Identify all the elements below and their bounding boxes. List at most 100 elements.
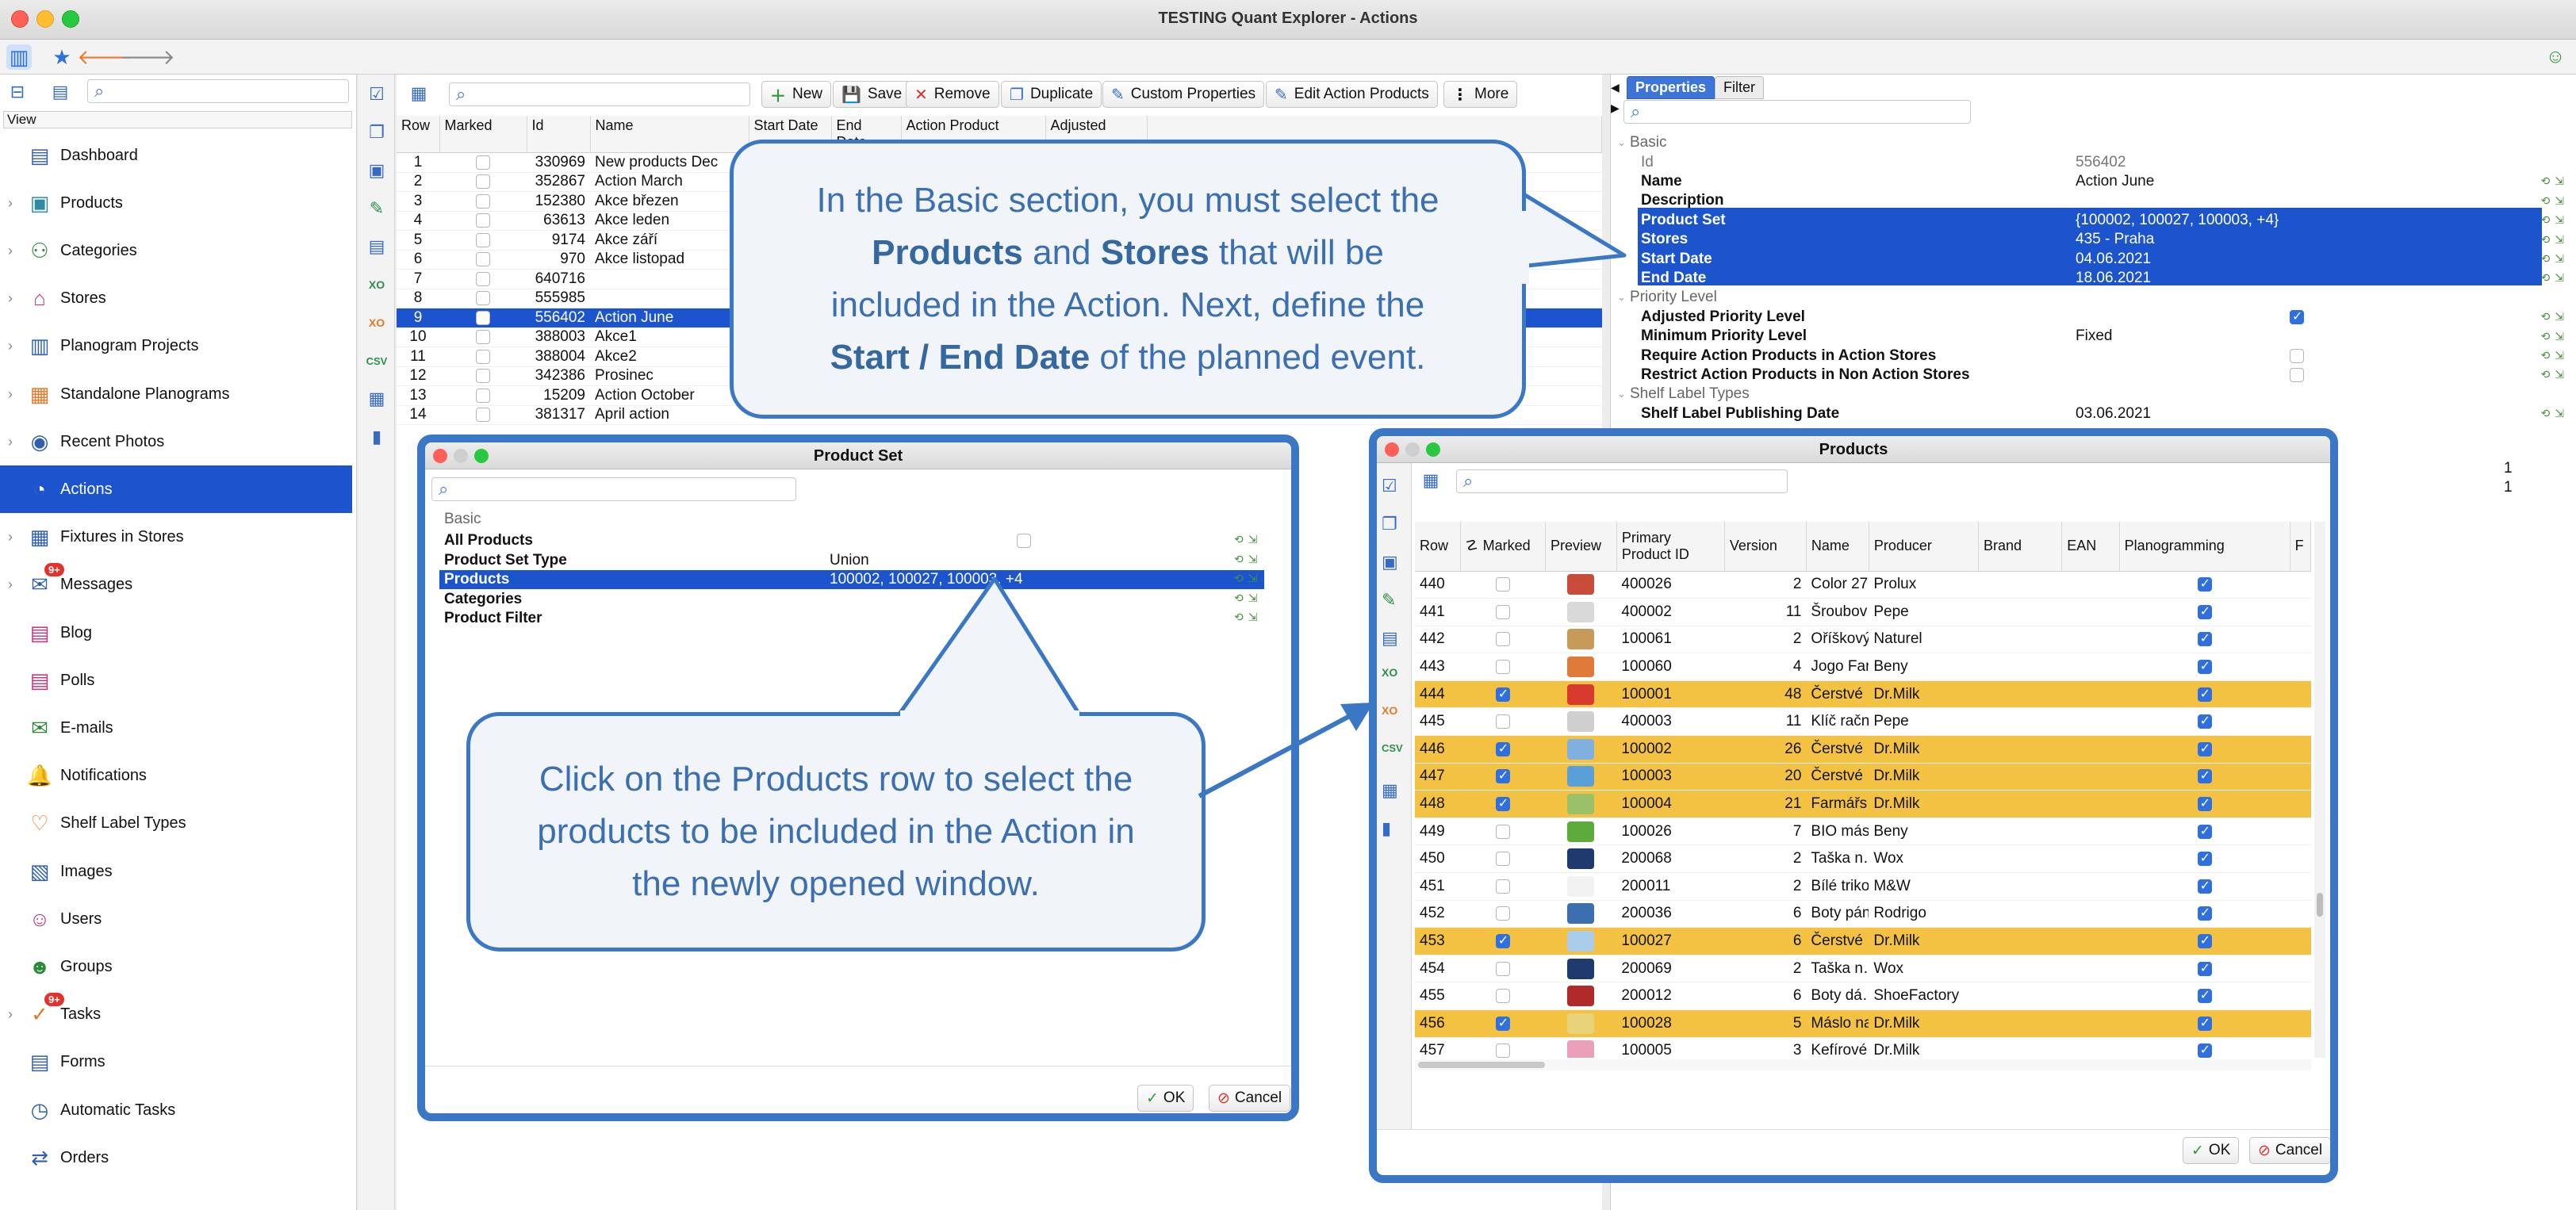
chevron-right-icon[interactable]: › xyxy=(8,195,13,212)
sidebar-item-notifications[interactable]: 🔔 Notifications xyxy=(0,752,352,800)
sidebar-item-stores[interactable]: › ⌂ Stores xyxy=(0,275,352,323)
table-row[interactable]: 440 4000262Color 276Prolux xyxy=(1415,571,2311,599)
back-arrow-icon[interactable]: 🡐 xyxy=(77,44,132,70)
export-xlsx-icon[interactable]: XO xyxy=(365,311,389,335)
marked-checkbox[interactable] xyxy=(1495,660,1510,675)
reset-value-icon[interactable]: ⟲⇲ xyxy=(1234,553,1262,566)
horizontal-scrollbar[interactable] xyxy=(1415,1059,2311,1070)
property-row[interactable]: Name Action June ⟲⇲ xyxy=(1611,172,2576,191)
export-xls-icon[interactable]: XO xyxy=(365,273,389,297)
column-header[interactable]: Name xyxy=(1806,522,1869,572)
sidebar-item-users[interactable]: ☺ Users xyxy=(0,895,352,943)
scrollbar-thumb[interactable] xyxy=(1418,1062,1545,1068)
product-set-row-categories[interactable]: Categories ⟲⇲ xyxy=(425,590,1291,610)
reset-value-icon[interactable]: ⟲⇲ xyxy=(2541,310,2569,324)
column-header[interactable]: Planogramming xyxy=(2119,522,2290,572)
column-header[interactable]: ☡ Marked xyxy=(1460,522,1546,572)
property-row[interactable]: Shelf Label Publishing Date 03.06.2021 ⟲⇲ xyxy=(1611,404,2576,423)
table-row[interactable]: 452 2000366Boty pán…Rodrigo xyxy=(1415,900,2311,929)
sidebar-item-shelf-label-types[interactable]: ♡ Shelf Label Types xyxy=(0,800,352,848)
marked-checkbox[interactable] xyxy=(476,291,490,306)
collapse-tree-icon[interactable]: ⊟ xyxy=(5,79,30,105)
property-row[interactable]: Adjusted Priority Level ⟲⇲ xyxy=(1611,308,2576,327)
chevron-right-icon[interactable]: › xyxy=(8,243,13,259)
duplicate-button[interactable]: ❐ Duplicate xyxy=(1001,81,1102,108)
property-row[interactable]: Description ⟲⇲ xyxy=(1611,191,2576,210)
sidebar-item-standalone-planograms[interactable]: › ▦ Standalone Planograms xyxy=(0,370,352,418)
marked-checkbox[interactable] xyxy=(1495,961,1510,976)
remove-button[interactable]: ✕ Remove xyxy=(906,81,999,108)
forward-arrow-icon[interactable]: 🡒 xyxy=(120,44,175,70)
planogramming-checkbox[interactable] xyxy=(2197,713,2212,729)
sidebar-toggle-icon[interactable]: ▥ xyxy=(6,44,32,70)
select-all-icon[interactable]: ☑ xyxy=(365,82,389,106)
tab-properties[interactable]: Properties xyxy=(1627,76,1715,99)
table-row[interactable]: 441 40000211Šroubov…Pepe xyxy=(1415,598,2311,626)
column-header[interactable]: Id xyxy=(527,116,591,153)
sidebar-item-images[interactable]: ▧ Images xyxy=(0,848,352,895)
sidebar-item-fixtures-in-stores[interactable]: › ▦ Fixtures in Stores xyxy=(0,514,352,561)
property-checkbox[interactable] xyxy=(2290,367,2304,382)
cancel-button[interactable]: ⊘ Cancel xyxy=(2249,1137,2330,1164)
paste-icon[interactable]: ▣ xyxy=(1382,552,1398,572)
group-collapse-icon[interactable]: ⌄ xyxy=(1617,291,1626,304)
column-header[interactable]: Row xyxy=(397,116,440,153)
property-row[interactable]: Minimum Priority Level Fixed ⟲⇲ xyxy=(1611,327,2576,346)
property-row[interactable]: ⌄ Priority Level xyxy=(1611,288,2576,307)
marked-checkbox[interactable] xyxy=(1495,1015,1510,1031)
reset-value-icon[interactable]: ⟲⇲ xyxy=(2541,368,2569,381)
marked-checkbox[interactable] xyxy=(476,271,490,286)
chevron-right-icon[interactable]: › xyxy=(8,338,13,354)
ok-button[interactable]: ✓ OK xyxy=(2183,1137,2240,1164)
product-set-row-product-set-type[interactable]: Product Set Type Union ⟲⇲ xyxy=(425,551,1291,571)
table-row[interactable]: 457 1000053Kefírové …Dr.Milk xyxy=(1415,1037,2311,1058)
property-checkbox[interactable] xyxy=(2290,348,2304,363)
planogramming-checkbox[interactable] xyxy=(2197,850,2212,867)
reset-value-icon[interactable]: ⟲⇲ xyxy=(2541,174,2569,188)
table-row[interactable]: 448 10000421Farmářs…Dr.Milk xyxy=(1415,790,2311,818)
chevron-right-icon[interactable]: › xyxy=(8,1006,13,1023)
panel-expand-icon[interactable]: ▶ xyxy=(1611,101,1620,115)
sidebar-item-blog[interactable]: ▤ Blog xyxy=(0,609,352,657)
chevron-right-icon[interactable]: › xyxy=(8,386,13,403)
sidebar-item-planogram-projects[interactable]: › ▥ Planogram Projects xyxy=(0,323,352,370)
column-header[interactable]: Version xyxy=(1724,522,1807,572)
minimize-dialog-button[interactable] xyxy=(454,449,468,463)
column-header[interactable]: EAN xyxy=(2061,522,2120,572)
export-xls-icon[interactable]: XO xyxy=(1382,666,1397,679)
column-header[interactable]: Producer xyxy=(1869,522,1980,572)
reset-value-icon[interactable]: ⟲⇲ xyxy=(2541,252,2569,266)
property-row[interactable]: Require Action Products in Action Stores… xyxy=(1611,346,2576,365)
filter-icon[interactable]: ✎ xyxy=(365,197,389,220)
table-row[interactable]: 446 10000226Čerstvé …Dr.Milk xyxy=(1415,735,2311,764)
column-header[interactable]: Primary Product ID xyxy=(1616,522,1725,572)
products-search-input[interactable]: ⌕ xyxy=(1456,469,1788,493)
chart-icon[interactable]: ▮ xyxy=(1382,818,1391,839)
planogramming-checkbox[interactable] xyxy=(2197,795,2212,812)
more-button[interactable]: ⋮ More xyxy=(1443,81,1518,108)
zoom-dialog-button[interactable] xyxy=(474,449,489,463)
marked-checkbox[interactable] xyxy=(476,408,490,423)
copy-icon[interactable]: ❐ xyxy=(1382,514,1397,534)
planogramming-checkbox[interactable] xyxy=(2197,658,2212,675)
table-row[interactable]: 455 2000126Boty dá…ShoeFactory xyxy=(1415,982,2311,1010)
reset-value-icon[interactable]: ⟲⇲ xyxy=(1234,611,1262,624)
marked-checkbox[interactable] xyxy=(1495,577,1510,592)
marked-checkbox[interactable] xyxy=(1495,741,1510,756)
marked-checkbox[interactable] xyxy=(1495,932,1510,948)
marked-checkbox[interactable] xyxy=(476,330,490,345)
marked-checkbox[interactable] xyxy=(1495,768,1510,784)
filter-icon[interactable]: ✎ xyxy=(1382,590,1396,611)
table-row[interactable]: 450 2000682Taška n…Wox xyxy=(1415,844,2311,874)
marked-checkbox[interactable] xyxy=(476,155,490,170)
sidebar-item-categories[interactable]: › ⚇ Categories xyxy=(0,227,352,274)
product-set-search-input[interactable]: ⌕ xyxy=(431,477,796,501)
report-icon[interactable]: ▦ xyxy=(365,387,389,411)
marked-checkbox[interactable] xyxy=(1495,989,1510,1004)
reset-value-icon[interactable]: ⟲⇲ xyxy=(2541,213,2569,227)
document-icon[interactable]: ▤ xyxy=(1382,628,1398,649)
planogramming-checkbox[interactable] xyxy=(2197,987,2212,1004)
marked-checkbox[interactable] xyxy=(476,174,490,190)
sidebar-item-automatic-tasks[interactable]: ◷ Automatic Tasks xyxy=(0,1086,352,1134)
panel-collapse-icon[interactable]: ◀ xyxy=(1611,81,1620,94)
